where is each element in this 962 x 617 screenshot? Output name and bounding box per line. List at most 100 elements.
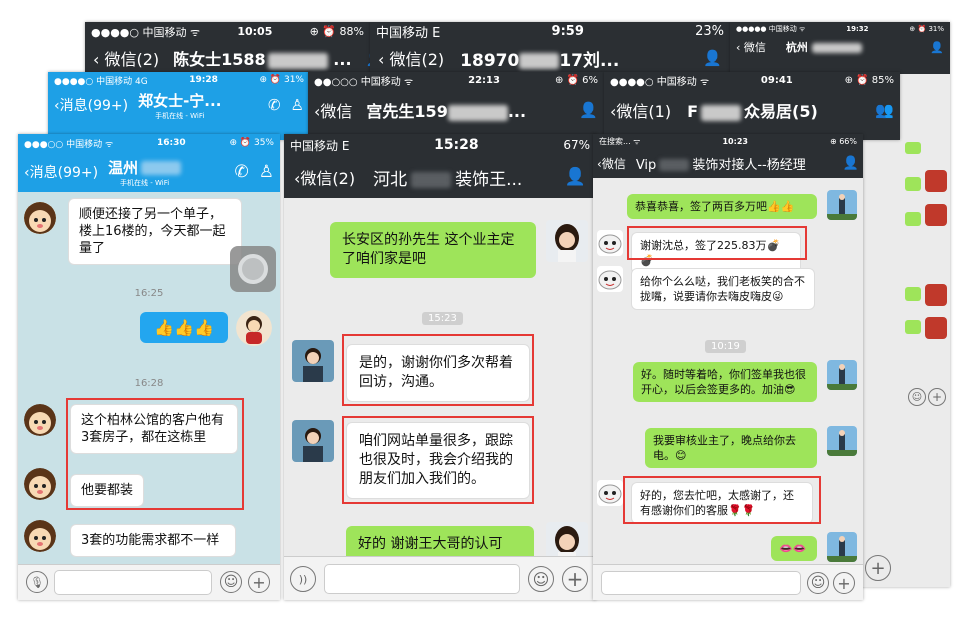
- phone-icon[interactable]: ✆: [235, 162, 249, 182]
- avatar: [597, 230, 623, 256]
- input-bar: ☺ +: [593, 564, 863, 600]
- status-bar: ●●○○○ 中国移动 ᯤ 22:13 ⊕ ⏰ 6%: [308, 72, 604, 89]
- floating-button[interactable]: [230, 246, 276, 292]
- back-button[interactable]: ‹消息(99+): [24, 162, 98, 182]
- highlight-box: [342, 334, 534, 406]
- back-label: 微信(1): [616, 102, 672, 121]
- avatar: [24, 404, 56, 436]
- chat-title-text: 杭州: [785, 41, 808, 54]
- chat-title-text: 温州: [108, 158, 139, 177]
- battery-label: 67%: [563, 138, 590, 152]
- profile-icon[interactable]: ♙: [259, 162, 274, 182]
- message-text: 长安区的孙先生 这个业主定了咱们家是吧: [342, 232, 515, 267]
- back-button[interactable]: ‹ 微信: [736, 39, 766, 55]
- status-bar: 中国移动 E 9:59 23%: [370, 22, 730, 41]
- chat-title: 杭州: [786, 39, 862, 55]
- chat-title: 温州 手机在线 - WiFi: [108, 157, 182, 188]
- avatar: [597, 266, 623, 292]
- message-bubble: 👄👄: [771, 536, 817, 561]
- carrier-label: ●●●●○ 中国移动 4G: [54, 76, 148, 87]
- list-item: [905, 142, 921, 154]
- highlight-box: [627, 226, 807, 260]
- avatar: [292, 340, 334, 382]
- timestamp: 16:28: [134, 378, 164, 389]
- input-bar: )) ☺ +: [284, 556, 596, 600]
- chat-title: F 众易居(5): [687, 102, 818, 121]
- nav-bar: ‹ 微信(2) 18970 17刘... 👤: [370, 41, 730, 75]
- phone-icon[interactable]: ✆: [268, 96, 281, 114]
- chat-title-suffix: ...: [333, 50, 352, 69]
- chat-title-text: 众易居(5): [744, 102, 818, 121]
- message-bubble: 给你个么么哒，我们老板笑的合不拢嘴，说要请你去嗨皮嗨皮😜: [631, 268, 815, 310]
- message-input[interactable]: [324, 564, 520, 594]
- emoji-icon[interactable]: ☺: [220, 571, 242, 593]
- back-button[interactable]: ‹微信(2): [294, 165, 355, 189]
- avatar: [827, 532, 857, 562]
- message-text: 好。随时等着哈，你们签单我也很开心，以后会签更多的。加油😎: [641, 368, 806, 396]
- back-label: 微信(2): [389, 50, 445, 69]
- status-bar: ●●●●○ 中国移动 ᯤ 10:05 ⊕ ⏰ 88%: [85, 22, 370, 41]
- avatar: [827, 360, 857, 390]
- chat-title-text: 宫先生159: [366, 102, 448, 121]
- back-button[interactable]: ‹微信(1): [610, 98, 671, 122]
- plus-icon[interactable]: +: [562, 566, 588, 592]
- nav-bar: ‹ 微信(2) 陈女士1588 ... 👤: [85, 41, 370, 75]
- voice-icon[interactable]: )): [290, 566, 316, 592]
- message-text: 👄👄: [779, 542, 807, 555]
- highlight-box: [66, 398, 244, 510]
- plus-icon[interactable]: +: [865, 555, 891, 581]
- nav-bar: ‹ 微信 杭州 👤: [730, 36, 950, 58]
- clock: 19:28: [189, 75, 218, 85]
- carrier-label: 在搜索... ᯤ: [599, 136, 641, 146]
- clock: 16:30: [157, 138, 186, 148]
- message-bubble: 恭喜恭喜，签了两百多万吧👍👍: [627, 194, 817, 219]
- chat-title: 陈女士1588 ...: [173, 46, 351, 70]
- profile-icon[interactable]: 👤: [843, 156, 859, 171]
- back-label: 微信(2): [300, 169, 356, 188]
- back-label: 微信(2): [104, 50, 160, 69]
- plus-icon[interactable]: +: [928, 388, 946, 406]
- group-icon[interactable]: 👥: [875, 101, 894, 119]
- emoji-icon[interactable]: ☺: [528, 566, 554, 592]
- list-item: [905, 177, 921, 191]
- avatar: [597, 480, 623, 506]
- profile-icon[interactable]: ♙: [291, 96, 304, 114]
- clock: 19:32: [846, 25, 869, 33]
- nav-bar: ‹消息(99+) 温州 手机在线 - WiFi ✆ ♙: [18, 152, 280, 192]
- emoji-icon[interactable]: ☺: [807, 572, 829, 594]
- plus-icon[interactable]: +: [833, 572, 855, 594]
- carrier-label: 中国移动 E: [290, 138, 350, 153]
- chat-title-suffix: 装饰对接人--杨经理: [692, 157, 806, 173]
- status-bar: ●●●●○ 中国移动 ᯤ 09:41 ⊕ ⏰ 85%: [604, 72, 900, 89]
- emoji-icon[interactable]: ☺: [908, 388, 926, 406]
- voice-icon[interactable]: 🎙: [26, 571, 48, 593]
- message-input[interactable]: [601, 571, 801, 595]
- plus-icon[interactable]: +: [248, 571, 270, 593]
- chat-title: 郑女士-宁... 手机在线 - WiFi: [138, 90, 221, 121]
- message-text: 我要审核业主了，晚点给你去电。😊: [653, 434, 796, 462]
- message-text: 3套的功能需求都不一样: [81, 533, 220, 548]
- profile-icon[interactable]: 👤: [565, 167, 586, 187]
- list-item: [905, 320, 921, 334]
- status-bar: ●●●●● 中国移动 ᯤ 19:32 ⊕ ⏰ 31%: [730, 22, 950, 36]
- phone-gong: ●●○○○ 中国移动 ᯤ 22:13 ⊕ ⏰ 6% ‹微信 宫先生159... …: [308, 72, 604, 140]
- profile-icon[interactable]: 👤: [579, 101, 598, 119]
- back-button[interactable]: ‹ 微信(2): [93, 46, 159, 70]
- timestamp: 10:19: [705, 340, 746, 353]
- profile-icon[interactable]: 👤: [930, 41, 944, 54]
- chat-title-suffix: ...: [507, 102, 527, 121]
- profile-icon[interactable]: 👤: [703, 49, 722, 67]
- chat-title-text: 18970: [460, 50, 520, 71]
- phone-vip: 在搜索... ᯤ 10:23 ⊕ 66% ‹微信 Vip 装饰对接人--杨经理 👤…: [593, 134, 863, 600]
- back-button[interactable]: ‹ 微信(2): [378, 46, 444, 70]
- avatar: [236, 310, 272, 346]
- back-button[interactable]: ‹消息(99+): [54, 95, 128, 115]
- back-button[interactable]: ‹微信: [314, 98, 352, 122]
- chat-title: 河北 装饰王...: [373, 165, 522, 190]
- back-button[interactable]: ‹微信: [597, 155, 626, 172]
- chat-title: 宫先生159...: [366, 98, 526, 122]
- nav-bar: ‹微信 Vip 装饰对接人--杨经理 👤: [593, 148, 863, 178]
- clock: 10:05: [237, 25, 273, 38]
- avatar: [24, 468, 56, 500]
- message-input[interactable]: [54, 570, 212, 595]
